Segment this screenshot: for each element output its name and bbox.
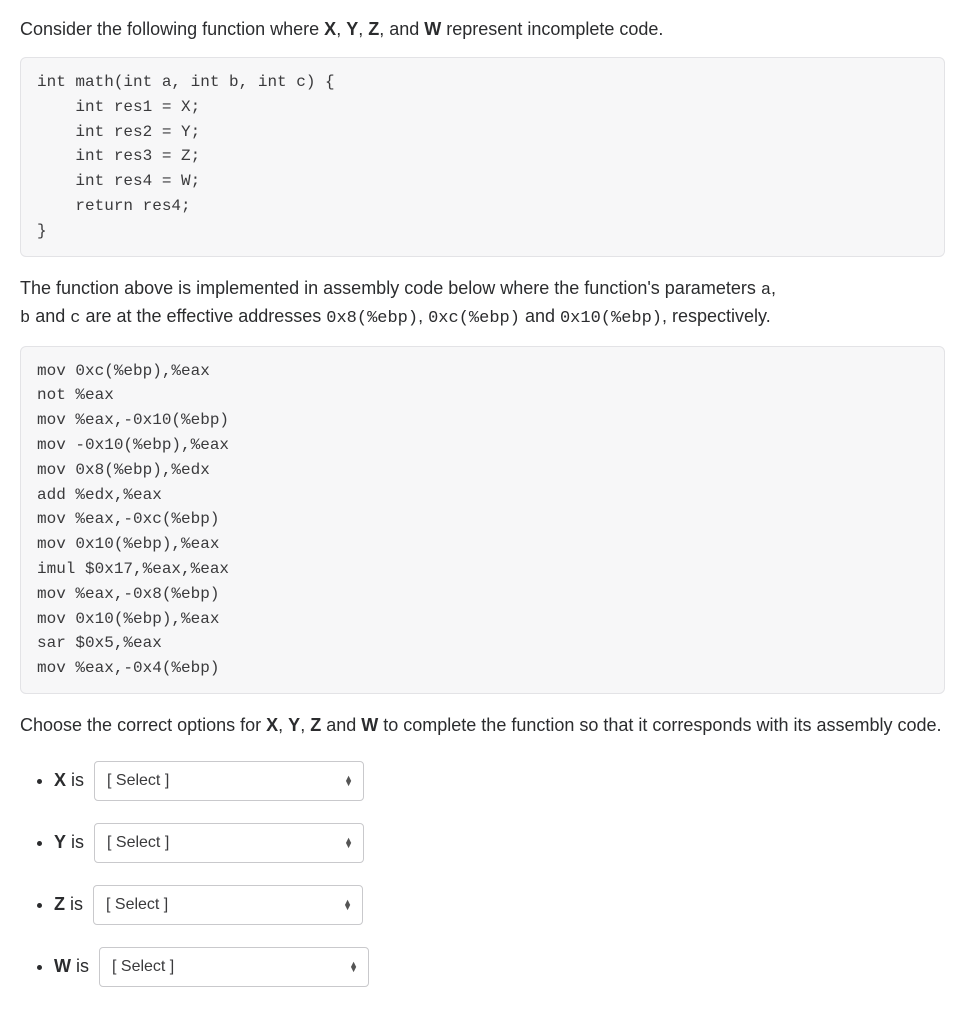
answer-var: Z bbox=[54, 894, 65, 914]
answer-var: Y bbox=[54, 832, 66, 852]
param-b: b bbox=[20, 309, 30, 328]
choose-paragraph: Choose the correct options for X, Y, Z a… bbox=[20, 712, 945, 739]
answer-is: is bbox=[66, 832, 84, 852]
var-x: X bbox=[324, 19, 336, 39]
updown-icon: ▲▼ bbox=[349, 962, 358, 972]
text: Choose the correct options for bbox=[20, 715, 266, 735]
answer-label: Z is bbox=[54, 891, 83, 918]
text: and bbox=[520, 306, 560, 326]
sep: , bbox=[300, 715, 310, 735]
updown-icon: ▲▼ bbox=[344, 838, 353, 848]
select-placeholder: [ Select ] bbox=[107, 769, 169, 793]
select-placeholder: [ Select ] bbox=[107, 831, 169, 855]
var-w: W bbox=[361, 715, 378, 735]
var-w: W bbox=[424, 19, 441, 39]
answer-list: X is [ Select ] ▲▼ Y is [ Select ] ▲▼ Z … bbox=[20, 761, 945, 987]
answer-label: Y is bbox=[54, 829, 84, 856]
code-block-asm: mov 0xc(%ebp),%eax not %eax mov %eax,-0x… bbox=[20, 346, 945, 694]
answer-item-w: W is [ Select ] ▲▼ bbox=[54, 947, 945, 987]
param-a: a bbox=[761, 281, 771, 300]
answer-var: X bbox=[54, 770, 66, 790]
text: to complete the function so that it corr… bbox=[378, 715, 941, 735]
code-block-c: int math(int a, int b, int c) { int res1… bbox=[20, 57, 945, 257]
select-z[interactable]: [ Select ] ▲▼ bbox=[93, 885, 363, 925]
select-placeholder: [ Select ] bbox=[106, 893, 168, 917]
intro-paragraph: Consider the following function where X,… bbox=[20, 16, 945, 43]
sep: , bbox=[278, 715, 288, 735]
addr1: 0x8(%ebp) bbox=[326, 309, 418, 328]
text: The function above is implemented in ass… bbox=[20, 278, 761, 298]
updown-icon: ▲▼ bbox=[343, 900, 352, 910]
answer-label: W is bbox=[54, 953, 89, 980]
answer-is: is bbox=[65, 894, 83, 914]
select-y[interactable]: [ Select ] ▲▼ bbox=[94, 823, 364, 863]
text: and bbox=[321, 715, 361, 735]
sep: , and bbox=[379, 19, 424, 39]
middle-paragraph: The function above is implemented in ass… bbox=[20, 275, 945, 332]
select-w[interactable]: [ Select ] ▲▼ bbox=[99, 947, 369, 987]
text: and bbox=[30, 306, 70, 326]
sep: , bbox=[336, 19, 346, 39]
param-c: c bbox=[70, 309, 80, 328]
var-z: Z bbox=[310, 715, 321, 735]
var-x: X bbox=[266, 715, 278, 735]
var-y: Y bbox=[346, 19, 358, 39]
select-x[interactable]: [ Select ] ▲▼ bbox=[94, 761, 364, 801]
text: , bbox=[418, 306, 428, 326]
answer-item-x: X is [ Select ] ▲▼ bbox=[54, 761, 945, 801]
text: , bbox=[771, 278, 776, 298]
var-y: Y bbox=[288, 715, 300, 735]
answer-var: W bbox=[54, 956, 71, 976]
answer-item-y: Y is [ Select ] ▲▼ bbox=[54, 823, 945, 863]
answer-item-z: Z is [ Select ] ▲▼ bbox=[54, 885, 945, 925]
sep: , bbox=[358, 19, 368, 39]
answer-is: is bbox=[66, 770, 84, 790]
addr3: 0x10(%ebp) bbox=[560, 309, 662, 328]
addr2: 0xc(%ebp) bbox=[428, 309, 520, 328]
intro-suffix: represent incomplete code. bbox=[441, 19, 663, 39]
var-z: Z bbox=[368, 19, 379, 39]
intro-prefix: Consider the following function where bbox=[20, 19, 324, 39]
answer-is: is bbox=[71, 956, 89, 976]
text: , respectively. bbox=[662, 306, 771, 326]
updown-icon: ▲▼ bbox=[344, 776, 353, 786]
text: are at the effective addresses bbox=[80, 306, 326, 326]
select-placeholder: [ Select ] bbox=[112, 955, 174, 979]
answer-label: X is bbox=[54, 767, 84, 794]
